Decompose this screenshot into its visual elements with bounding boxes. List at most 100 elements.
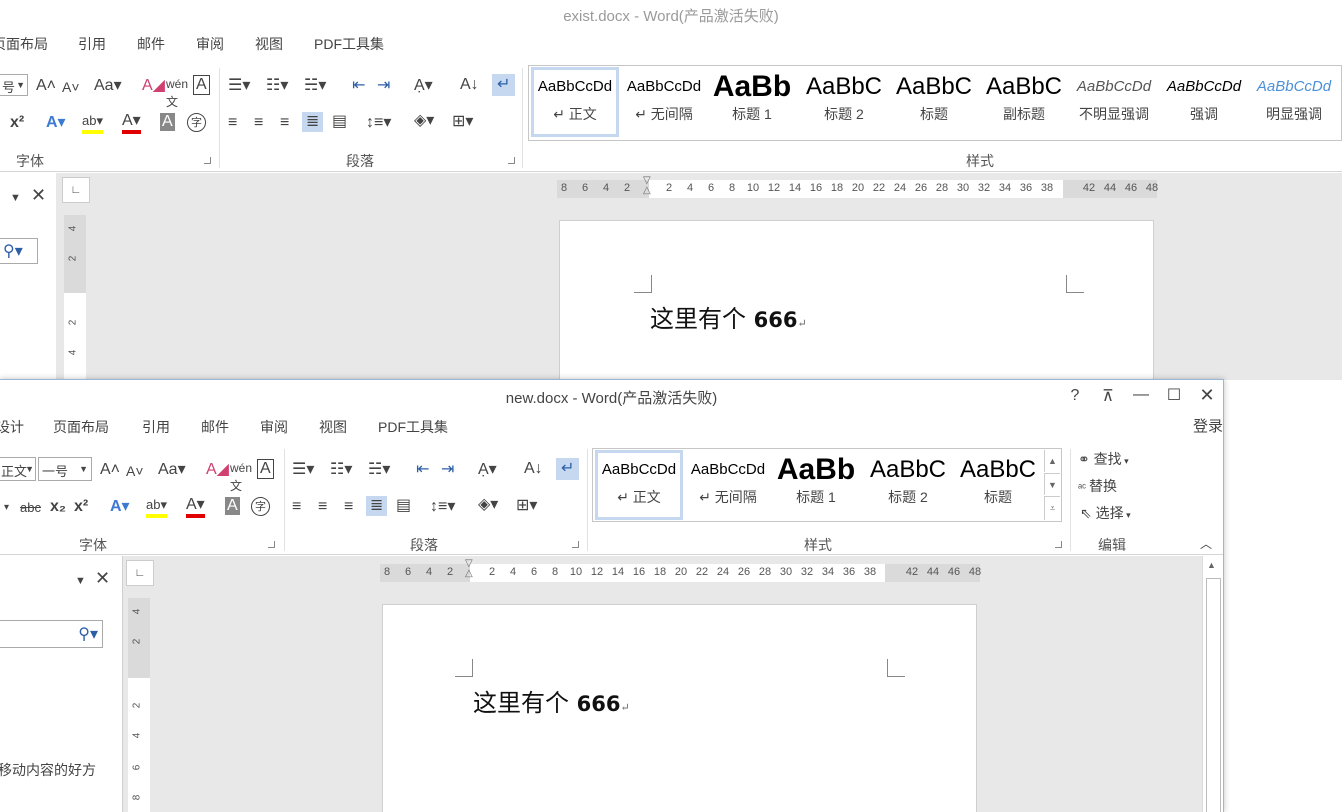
subscript-icon[interactable]: x₂ <box>50 498 66 516</box>
front-bullets-icon[interactable]: ☰▾ <box>292 461 314 479</box>
multilevel-icon[interactable]: ☵▾ <box>304 77 326 95</box>
back-style-title[interactable]: AaBbC 标题 <box>890 70 978 124</box>
char-shading-icon[interactable]: A <box>160 113 175 131</box>
front-distribute-icon[interactable]: ▤ <box>396 497 411 515</box>
back-style-subtle-emphasis[interactable]: AaBbCcDd 不明显强调 <box>1070 70 1158 124</box>
bullets-icon[interactable]: ☰▾ <box>228 77 250 95</box>
front-font-name-box[interactable]: 正文 ▼ <box>0 457 36 481</box>
back-tab-view[interactable]: 视图 <box>255 34 283 54</box>
front-tab-layout[interactable]: 页面布局 <box>53 417 109 437</box>
char-border-icon[interactable]: A <box>193 75 210 95</box>
front-tab-mailings[interactable]: 邮件 <box>201 417 229 437</box>
front-text-effect-icon[interactable]: A▾ <box>110 498 130 516</box>
front-highlight-icon[interactable]: ab▾ <box>146 496 167 518</box>
phonetic-icon[interactable]: wén 文 <box>166 75 188 111</box>
login-link[interactable]: 登录 <box>1193 415 1223 436</box>
line-spacing-icon[interactable]: ↕≡▾ <box>366 114 391 132</box>
styles-more-icon[interactable]: ⩡ <box>1044 496 1060 520</box>
front-char-scale-icon[interactable]: Ạ▾ <box>478 461 497 479</box>
front-change-case-icon[interactable]: Aa▾ <box>158 461 186 479</box>
back-style-heading2[interactable]: AaBbC 标题 2 <box>800 70 888 124</box>
decrease-indent-icon[interactable]: ⇤ <box>352 77 365 95</box>
font-color-icon[interactable]: A▾ <box>122 112 141 134</box>
maximize-button[interactable]: ☐ <box>1159 385 1189 405</box>
front-style-heading2[interactable]: AaBbC 标题 2 <box>864 453 952 507</box>
scroll-up-icon[interactable]: ▲ <box>1207 560 1216 570</box>
back-tab-stop-selector[interactable]: ∟ <box>62 177 90 203</box>
scroll-thumb[interactable] <box>1206 578 1221 812</box>
front-char-border-icon[interactable]: A <box>257 459 274 479</box>
front-justify-icon[interactable]: ≣ <box>366 496 388 516</box>
front-para-launcher[interactable] <box>572 541 579 548</box>
superscript-icon[interactable]: x² <box>10 114 24 132</box>
front-align-left-icon[interactable]: ≡ <box>292 498 301 516</box>
front-font-launcher[interactable] <box>268 541 275 548</box>
align-center-icon[interactable]: ≡ <box>254 114 263 132</box>
borders-icon[interactable]: ⊞▾ <box>452 113 473 131</box>
front-style-nospacing[interactable]: AaBbCcDd ↵ 无间隔 <box>684 453 772 507</box>
front-nav-search[interactable]: ⚲▾ <box>0 620 103 648</box>
front-nav-close-icon[interactable]: ✕ <box>95 569 110 587</box>
strikethrough-icon[interactable]: abc <box>20 499 41 517</box>
front-font-size-box[interactable]: 一号 ▼ <box>38 457 92 481</box>
front-phonetic-icon[interactable]: wén 文 <box>230 459 252 495</box>
front-line-spacing-icon[interactable]: ↕≡▾ <box>430 498 455 516</box>
highlight-icon[interactable]: ab▾ <box>82 112 103 134</box>
back-nav-menu-icon[interactable]: ▼ <box>10 189 21 207</box>
front-style-title[interactable]: AaBbC 标题 <box>954 453 1042 507</box>
front-show-marks-icon[interactable]: ↵ <box>556 458 580 480</box>
styles-scroll-down-icon[interactable]: ▼ <box>1044 473 1060 495</box>
front-tab-pdf[interactable]: PDF工具集 <box>378 417 448 437</box>
front-align-right-icon[interactable]: ≡ <box>344 498 353 516</box>
shrink-font-icon[interactable]: A˅ <box>62 78 80 96</box>
front-align-center-icon[interactable]: ≡ <box>318 498 327 516</box>
back-font-launcher[interactable] <box>204 157 211 164</box>
enclose-char-icon[interactable]: 字 <box>187 113 206 132</box>
back-nav-close-icon[interactable]: ✕ <box>31 186 46 204</box>
front-char-shading-icon[interactable]: A <box>225 497 240 515</box>
back-tab-mailings[interactable]: 邮件 <box>137 34 165 54</box>
change-case-icon[interactable]: Aa▾ <box>94 77 122 95</box>
back-para-launcher[interactable] <box>508 157 515 164</box>
ribbon-display-options-icon[interactable]: ⊼ <box>1093 386 1123 406</box>
front-borders-icon[interactable]: ⊞▾ <box>516 497 537 515</box>
front-indent-marker[interactable]: ▽ △ <box>465 559 473 579</box>
front-decrease-indent-icon[interactable]: ⇤ <box>416 461 429 479</box>
back-tab-review[interactable]: 审阅 <box>196 34 224 54</box>
front-numbering-icon[interactable]: ☷▾ <box>330 461 352 479</box>
vertical-scrollbar[interactable]: ▲ <box>1202 556 1223 812</box>
increase-indent-icon[interactable]: ⇥ <box>377 77 390 95</box>
front-enclose-char-icon[interactable]: 字 <box>251 497 270 516</box>
back-font-size-box[interactable]: 号 ▼ <box>0 74 28 96</box>
back-indent-marker[interactable]: ▽ △ <box>643 176 651 196</box>
char-scale-icon[interactable]: Ạ▾ <box>414 77 433 95</box>
front-shrink-font-icon[interactable]: A˅ <box>126 462 144 480</box>
back-nav-search[interactable]: ⚲▾ <box>0 238 38 264</box>
front-superscript-icon[interactable]: x² <box>74 498 88 516</box>
front-document-text[interactable]: 这里有个 666↵ <box>473 683 630 718</box>
front-style-heading1[interactable]: AaBb 标题 1 <box>776 453 856 507</box>
find-button[interactable]: ⚭ 查找 ▾ <box>1078 449 1129 469</box>
back-tab-layout[interactable]: 页面布局 <box>0 34 48 54</box>
text-effect-icon[interactable]: A▾ <box>46 114 66 132</box>
back-style-subtitle[interactable]: AaBbC 副标题 <box>980 70 1068 124</box>
front-font-color-icon[interactable]: A▾ <box>186 496 205 518</box>
align-left-icon[interactable]: ≡ <box>228 114 237 132</box>
front-nav-menu-icon[interactable]: ▼ <box>75 572 86 590</box>
replace-button[interactable]: ᵃᶜ 替换 <box>1078 476 1117 496</box>
justify-icon[interactable]: ≣ <box>302 112 324 132</box>
shading-icon[interactable]: ◈▾ <box>414 112 434 130</box>
front-style-normal[interactable]: AaBbCcDd ↵ 正文 <box>595 450 683 520</box>
sort-icon[interactable]: A↓ <box>460 76 479 94</box>
front-shading-icon[interactable]: ◈▾ <box>478 496 498 514</box>
distribute-icon[interactable]: ▤ <box>332 113 347 131</box>
back-style-heading1[interactable]: AaBb 标题 1 <box>712 70 792 124</box>
grow-font-icon[interactable]: A˄ <box>36 77 56 95</box>
front-increase-indent-icon[interactable]: ⇥ <box>441 461 454 479</box>
show-marks-icon[interactable]: ↵ <box>492 74 516 96</box>
collapse-ribbon-icon[interactable]: ︿ <box>1200 535 1212 552</box>
clear-format-icon[interactable]: A◢ <box>142 77 165 95</box>
front-tab-references[interactable]: 引用 <box>142 417 170 437</box>
styles-scroll-up-icon[interactable]: ▲ <box>1044 450 1060 472</box>
back-document-text[interactable]: 这里有个 666↵ <box>650 299 807 334</box>
